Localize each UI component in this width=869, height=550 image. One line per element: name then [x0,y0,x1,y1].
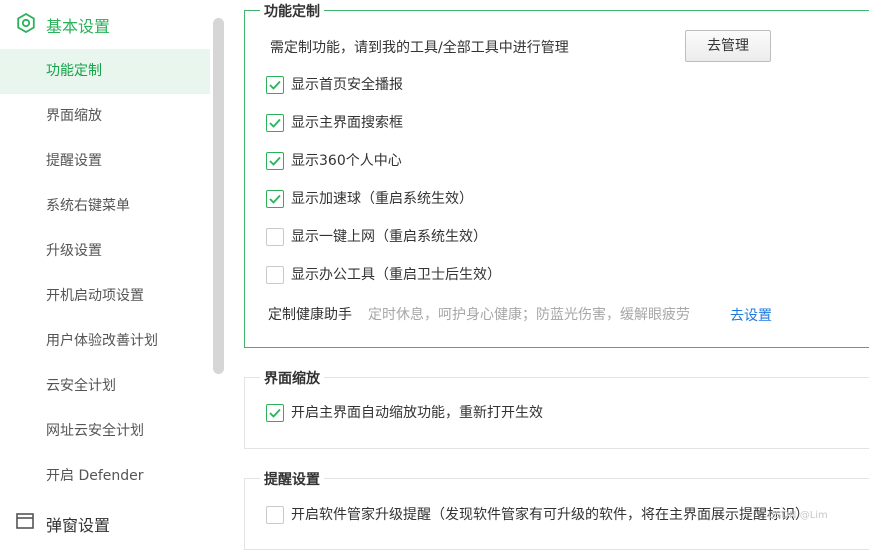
sidebar-footer-label: 弹窗设置 [46,516,111,535]
sidebar-item-feature-custom[interactable]: 功能定制 [0,49,210,94]
checkmark-icon [269,156,281,166]
checkbox-main-search-box[interactable] [266,114,284,132]
checkmark-icon [269,80,281,90]
health-assistant-settings-link[interactable]: 去设置 [730,306,772,326]
feature-custom-title: 功能定制 [260,1,324,21]
checkmark-icon [269,194,281,204]
sidebar-item-cloud-security[interactable]: 云安全计划 [0,364,210,409]
checkbox-label: 显示360个人中心 [291,153,402,169]
health-assistant-hint: 定时休息，呵护身心健康；防蓝光伤害，缓解眼疲劳 [368,307,690,323]
sidebar-header-basic-settings[interactable]: 基本设置 [0,0,210,46]
sidebar-item-label: 界面缩放 [46,108,102,124]
sidebar-item-startup[interactable]: 开机启动项设置 [0,274,210,319]
feature-custom-section [244,10,869,348]
sidebar-item-reminders[interactable]: 提醒设置 [0,139,210,184]
watermark: CSDN @Lim [768,510,828,521]
sidebar-item-label: 系统右键菜单 [46,198,130,214]
health-assistant-label: 定制健康助手 [268,307,352,323]
sidebar-item-label: 开机启动项设置 [46,288,144,304]
gear-icon [16,12,36,34]
sidebar-item-upgrade[interactable]: 升级设置 [0,229,210,274]
sidebar-item-context-menu[interactable]: 系统右键菜单 [0,184,210,229]
checkbox-home-safety-broadcast[interactable] [266,76,284,94]
sidebar-item-label: 用户体验改善计划 [46,333,158,349]
sidebar-header-label: 基本设置 [46,17,111,36]
checkbox-personal-center[interactable] [266,152,284,170]
sidebar-item-url-cloud-security[interactable]: 网址云安全计划 [0,409,210,454]
checkbox-label: 显示加速球（重启系统生效） [291,191,473,207]
sidebar-item-label: 提醒设置 [46,153,102,169]
sidebar-scrollbar-thumb[interactable] [213,18,224,374]
sidebar-item-label: 升级设置 [46,243,102,259]
checkbox-label: 显示一键上网（重启系统生效） [291,229,487,245]
checkbox-label: 显示首页安全播报 [291,77,403,93]
checkbox-label: 开启主界面自动缩放功能，重新打开生效 [291,405,543,421]
sidebar-item-zoom[interactable]: 界面缩放 [0,94,210,139]
checkbox-label: 显示主界面搜索框 [291,115,403,131]
sidebar-item-defender[interactable]: 开启 Defender [0,454,210,499]
window-icon [16,513,34,529]
manage-button[interactable]: 去管理 [685,30,771,62]
checkbox-speed-ball[interactable] [266,190,284,208]
checkbox-auto-zoom[interactable] [266,404,284,422]
checkbox-label: 开启软件管家升级提醒（发现软件管家有可升级的软件，将在主界面展示提醒标识） [291,507,809,523]
checkmark-icon [269,408,281,418]
sidebar-item-label: 云安全计划 [46,378,116,394]
sidebar-header-popup-settings[interactable]: 弹窗设置 [0,507,210,537]
zoom-section-title: 界面缩放 [260,368,324,388]
checkbox-label: 显示办公工具（重启卫士后生效） [291,267,501,283]
sidebar: 基本设置 功能定制 界面缩放 提醒设置 系统右键菜单 升级设置 开机启动项设置 … [0,0,228,535]
sidebar-item-label: 开启 Defender [46,468,144,484]
checkbox-office-tools[interactable] [266,266,284,284]
reminder-section-title: 提醒设置 [260,469,324,489]
sidebar-item-label: 网址云安全计划 [46,423,144,439]
checkbox-one-click-internet[interactable] [266,228,284,246]
checkmark-icon [269,118,281,128]
sidebar-item-label: 功能定制 [46,63,102,79]
settings-content: 功能定制 需定制功能，请到我的工具/全部工具中进行管理 去管理 显示首页安全播报… [228,0,869,550]
checkbox-software-manager-upgrade-reminder[interactable] [266,506,284,524]
sidebar-item-ux-program[interactable]: 用户体验改善计划 [0,319,210,364]
feature-custom-description: 需定制功能，请到我的工具/全部工具中进行管理 [270,40,569,56]
